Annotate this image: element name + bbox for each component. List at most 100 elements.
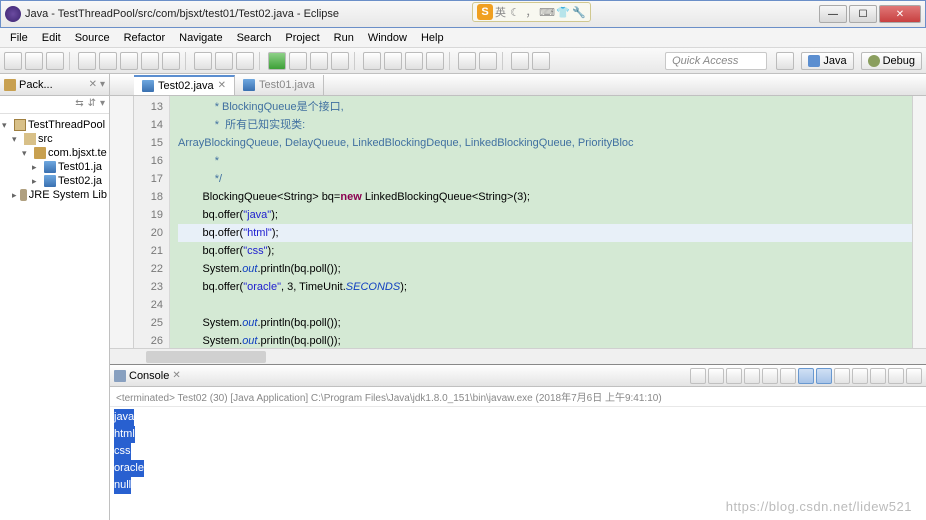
menu-project[interactable]: Project — [279, 30, 325, 46]
clear-console-button[interactable] — [780, 368, 796, 384]
editor-tab[interactable]: Test02.java✕ — [134, 75, 235, 95]
view-menu-icon[interactable]: ▾ — [100, 98, 105, 111]
back-button[interactable] — [511, 52, 529, 70]
open-perspective-button[interactable] — [776, 52, 794, 70]
window-title: Java - TestThreadPool/src/com/bjsxt/test… — [25, 8, 819, 20]
console-status: <terminated> Test02 (30) [Java Applicati… — [110, 387, 926, 407]
close-view-icon[interactable]: ✕ — [89, 79, 97, 90]
menu-navigate[interactable]: Navigate — [173, 30, 228, 46]
menubar: FileEditSourceRefactorNavigateSearchProj… — [0, 28, 926, 48]
ime-moon-icon[interactable]: ☾ — [508, 5, 522, 19]
remove-all-button[interactable] — [762, 368, 778, 384]
menu-run[interactable]: Run — [328, 30, 360, 46]
close-tab-icon[interactable]: ✕ — [172, 370, 180, 381]
code-area[interactable]: * BlockingQueue是个接口, * 所有已知实现类:ArrayBloc… — [170, 96, 926, 348]
ime-keyboard-icon[interactable]: ⌨ — [540, 5, 554, 19]
minimize-button[interactable]: — — [819, 5, 847, 23]
package-explorer-tab[interactable]: Pack... ✕ ▾ — [0, 74, 109, 96]
project-tree[interactable]: ▾TestThreadPool ▾src ▾com.bjsxt.te ▸Test… — [0, 114, 109, 206]
package-explorer: Pack... ✕ ▾ ⇆ ⇵ ▾ ▾TestThreadPool ▾src ▾… — [0, 74, 110, 520]
library-icon — [20, 189, 27, 201]
project-icon — [14, 119, 26, 131]
close-tab-icon[interactable]: ✕ — [218, 80, 226, 91]
link-icon[interactable]: ⇵ — [88, 98, 96, 111]
toolbar-button[interactable] — [141, 52, 159, 70]
java-file-icon — [142, 80, 154, 92]
console-icon — [114, 370, 126, 382]
toolbar-button[interactable] — [162, 52, 180, 70]
line-numbers: 131415161718192021222324252627 — [134, 96, 170, 348]
toolbar-button[interactable] — [78, 52, 96, 70]
ime-skin-icon[interactable]: 👕 — [556, 5, 570, 19]
ime-lang[interactable]: 英 — [495, 4, 506, 20]
display-console-button[interactable] — [852, 368, 868, 384]
overview-ruler[interactable] — [912, 96, 926, 348]
remove-launch-button[interactable] — [744, 368, 760, 384]
view-menu-icon[interactable]: ▾ — [100, 79, 105, 90]
debug-button[interactable] — [289, 52, 307, 70]
package-icon — [4, 79, 16, 91]
debug-perspective-icon — [868, 55, 880, 67]
package-icon — [34, 147, 46, 159]
run-button[interactable] — [268, 52, 286, 70]
quick-access-input[interactable]: Quick Access — [665, 52, 767, 70]
console-view: Console ✕ <terminated> Tes — [110, 364, 926, 520]
toolbar-button[interactable] — [120, 52, 138, 70]
java-perspective-icon — [808, 55, 820, 67]
toolbar-button[interactable] — [331, 52, 349, 70]
ime-bar[interactable]: S 英 ☾ ， ⌨ 👕 🔧 — [472, 2, 591, 22]
maximize-button[interactable]: ☐ — [849, 5, 877, 23]
toolbar-button[interactable] — [310, 52, 328, 70]
java-file-icon — [44, 175, 56, 187]
menu-edit[interactable]: Edit — [36, 30, 67, 46]
open-console-button[interactable] — [870, 368, 886, 384]
forward-button[interactable] — [532, 52, 550, 70]
menu-file[interactable]: File — [4, 30, 34, 46]
show-console-button[interactable] — [816, 368, 832, 384]
perspective-debug[interactable]: Debug — [861, 52, 922, 70]
toolbar-button[interactable] — [405, 52, 423, 70]
java-file-icon — [243, 79, 255, 91]
menu-source[interactable]: Source — [69, 30, 116, 46]
console-tab[interactable]: Console ✕ — [110, 365, 926, 387]
save-all-button[interactable] — [46, 52, 64, 70]
menu-search[interactable]: Search — [231, 30, 278, 46]
scroll-lock-button[interactable] — [798, 368, 814, 384]
save-button[interactable] — [25, 52, 43, 70]
ime-punct-icon[interactable]: ， — [524, 5, 538, 19]
java-file-icon — [44, 161, 56, 173]
watermark: https://blog.csdn.net/lidew521 — [726, 499, 912, 514]
ime-tool-icon[interactable]: 🔧 — [572, 5, 586, 19]
close-button[interactable]: ✕ — [879, 5, 921, 23]
toolbar-button[interactable] — [236, 52, 254, 70]
toolbar-button[interactable] — [194, 52, 212, 70]
code-editor[interactable]: 131415161718192021222324252627 * Blockin… — [110, 96, 926, 348]
perspective-java[interactable]: Java — [801, 52, 853, 70]
editor-tab[interactable]: Test01.java — [235, 75, 324, 95]
collapse-icon[interactable]: ⇆ — [75, 98, 83, 111]
toolbar-button[interactable] — [384, 52, 402, 70]
editor-tabs: Test02.java✕Test01.java — [110, 74, 926, 96]
toolbar-button[interactable] — [479, 52, 497, 70]
folder-icon — [24, 133, 36, 145]
minimize-view-button[interactable] — [888, 368, 904, 384]
toolbar-button[interactable] — [458, 52, 476, 70]
console-button[interactable] — [690, 368, 706, 384]
menu-help[interactable]: Help — [415, 30, 450, 46]
terminate-button[interactable] — [726, 368, 742, 384]
ime-logo-icon[interactable]: S — [477, 4, 493, 20]
maximize-view-button[interactable] — [906, 368, 922, 384]
menu-refactor[interactable]: Refactor — [118, 30, 172, 46]
menu-window[interactable]: Window — [362, 30, 413, 46]
main-toolbar: Quick Access Java Debug — [0, 48, 926, 74]
horizontal-scrollbar[interactable] — [110, 348, 926, 364]
toolbar-button[interactable] — [99, 52, 117, 70]
toolbar-button[interactable] — [363, 52, 381, 70]
toolbar-button[interactable] — [215, 52, 233, 70]
new-button[interactable] — [4, 52, 22, 70]
console-button[interactable] — [708, 368, 724, 384]
pin-console-button[interactable] — [834, 368, 850, 384]
window-titlebar: Java - TestThreadPool/src/com/bjsxt/test… — [0, 0, 926, 28]
toolbar-button[interactable] — [426, 52, 444, 70]
eclipse-icon — [5, 6, 21, 22]
